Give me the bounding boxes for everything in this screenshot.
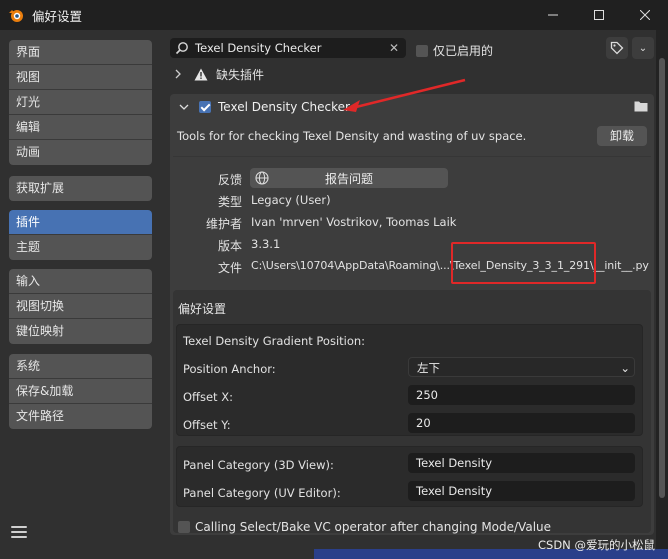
sidebar-item-file-paths[interactable]: 文件路径 — [9, 404, 152, 429]
search-value: Texel Density Checker — [195, 41, 322, 55]
addon-description: Tools for for checking Texel Density and… — [177, 129, 527, 143]
blender-logo-icon — [9, 10, 23, 22]
close-button[interactable] — [622, 0, 668, 30]
maintainer-label: 维护者 — [205, 217, 242, 231]
highlight-box — [451, 242, 596, 284]
watermark: CSDN @爱玩的小松鼠 — [538, 538, 655, 552]
scrollbar[interactable] — [656, 30, 668, 559]
sidebar-item-keymap[interactable]: 键位映射 — [9, 319, 152, 344]
search-icon — [175, 42, 188, 55]
nav-group-input: 输入 视图切换 键位映射 — [9, 269, 152, 344]
enabled-only-checkbox[interactable] — [416, 44, 428, 57]
version-value: 3.3.1 — [251, 237, 281, 251]
chevron-down-icon: ⌄ — [620, 361, 630, 375]
options-dropdown-button[interactable]: ⌄ — [632, 37, 654, 59]
calling-label: Calling Select/Bake VC operator after ch… — [195, 520, 552, 534]
sidebar-item-addons[interactable]: 插件 — [9, 210, 152, 235]
type-value: Legacy (User) — [251, 193, 331, 207]
chevron-down-icon: ⌄ — [638, 42, 648, 54]
tag-filter-button[interactable] — [606, 37, 628, 59]
report-issue-label: 报告问题 — [324, 171, 373, 186]
version-label: 版本 — [217, 239, 242, 253]
addon-name: Texel Density Checker — [218, 100, 350, 114]
panel-3d-label: Panel Category (3D View): — [183, 458, 334, 472]
panel-3d-field[interactable]: Texel Density — [408, 453, 635, 473]
sidebar-item-input[interactable]: 输入 — [9, 269, 152, 294]
missing-addons-label: 缺失插件 — [216, 67, 265, 82]
sidebar-item-interface[interactable]: 界面 — [9, 40, 152, 65]
sidebar: 界面 视图 灯光 编辑 动画 获取扩展 插件 主题 输入 视图切换 键位映射 系… — [0, 30, 160, 559]
panel-uv-label: Panel Category (UV Editor): — [183, 486, 341, 500]
scrollbar-thumb[interactable] — [659, 58, 665, 498]
remove-button[interactable]: 卸载 — [597, 126, 647, 146]
nav-group-extensions: 获取扩展 — [9, 176, 152, 201]
nav-group-addons: 插件 主题 — [9, 210, 152, 260]
calling-option[interactable]: Calling Select/Bake VC operator after ch… — [178, 520, 551, 534]
missing-addons-row[interactable]: 缺失插件 — [174, 66, 264, 82]
maximize-icon — [594, 10, 604, 20]
type-label: 类型 — [217, 195, 242, 209]
sidebar-item-editing[interactable]: 编辑 — [9, 115, 152, 140]
sidebar-item-themes[interactable]: 主题 — [9, 235, 152, 260]
divider — [173, 156, 651, 157]
sidebar-item-viewport[interactable]: 视图 — [9, 65, 152, 90]
chevron-right-icon — [175, 69, 181, 79]
addon-header[interactable]: Texel Density Checker — [170, 94, 654, 120]
position-anchor-select[interactable]: 左下 ⌄ — [408, 357, 635, 377]
sidebar-item-animation[interactable]: 动画 — [9, 140, 152, 165]
warning-icon — [194, 68, 208, 80]
offset-x-field[interactable]: 250 — [408, 385, 635, 405]
feedback-label: 反馈 — [217, 173, 242, 187]
gradient-title: Texel Density Gradient Position: — [183, 334, 366, 348]
minimize-button[interactable] — [530, 0, 576, 30]
file-label: 文件 — [217, 261, 242, 275]
window-title: 偏好设置 — [32, 8, 83, 24]
maintainer-value: Ivan 'mrven' Vostrikov, Toomas Laik — [251, 215, 457, 229]
gradient-position-box: Texel Density Gradient Position: Positio… — [176, 324, 643, 436]
sidebar-item-get-extensions[interactable]: 获取扩展 — [9, 176, 152, 201]
preferences-title: 偏好设置 — [178, 302, 227, 316]
menu-icon[interactable] — [11, 526, 27, 540]
sidebar-item-lights[interactable]: 灯光 — [9, 90, 152, 115]
sidebar-item-navigation[interactable]: 视图切换 — [9, 294, 152, 319]
window-controls — [530, 0, 668, 30]
panel-uv-field[interactable]: Texel Density — [408, 481, 635, 501]
preferences-panel: 偏好设置 Texel Density Gradient Position: Po… — [173, 290, 651, 534]
panel-category-box: Panel Category (3D View): Texel Density … — [176, 446, 643, 507]
enabled-only-label: 仅已启用的 — [433, 44, 494, 58]
report-issue-button[interactable]: 报告问题 — [250, 168, 448, 188]
close-icon — [640, 10, 650, 20]
clear-search-icon[interactable]: ✕ — [386, 41, 402, 55]
sidebar-item-system[interactable]: 系统 — [9, 354, 152, 379]
offset-y-label: Offset Y: — [183, 418, 231, 432]
sidebar-item-save-load[interactable]: 保存&加载 — [9, 379, 152, 404]
maximize-button[interactable] — [576, 0, 622, 30]
calling-checkbox[interactable] — [178, 521, 190, 533]
offset-x-label: Offset X: — [183, 390, 233, 404]
folder-icon[interactable] — [634, 100, 648, 112]
minimize-icon — [548, 14, 558, 16]
nav-group-general: 界面 视图 灯光 编辑 动画 — [9, 40, 152, 165]
nav-group-system: 系统 保存&加载 文件路径 — [9, 354, 152, 429]
chevron-down-icon — [179, 104, 189, 110]
title-bar: 偏好设置 — [0, 0, 668, 30]
search-input[interactable]: Texel Density Checker ✕ — [170, 38, 406, 58]
tag-icon — [610, 41, 624, 55]
main-panel: Texel Density Checker ✕ 仅已启用的 ⌄ 缺失插件 Tex… — [160, 30, 656, 559]
offset-y-field[interactable]: 20 — [408, 413, 635, 433]
position-anchor-value: 左下 — [417, 361, 440, 375]
position-anchor-label: Position Anchor: — [183, 362, 276, 376]
enabled-only-toggle[interactable]: 仅已启用的 — [416, 42, 493, 59]
addon-enabled-checkbox[interactable] — [199, 101, 211, 113]
addon-panel: Texel Density Checker Tools for for chec… — [170, 94, 654, 535]
